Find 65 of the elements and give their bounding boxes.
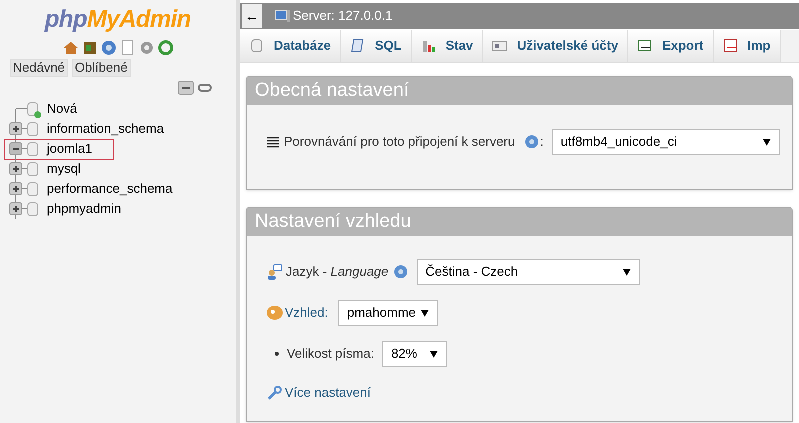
collapse-icon[interactable] — [10, 142, 22, 156]
database-link[interactable]: mysql — [47, 159, 81, 179]
database-icon — [28, 122, 38, 136]
help-icon[interactable] — [525, 135, 540, 149]
database-link[interactable]: phpmyadmin — [47, 199, 122, 219]
link-icon[interactable] — [198, 81, 212, 95]
database-icon — [28, 142, 38, 156]
dropdown-arrow-icon — [762, 138, 771, 146]
nav-tab[interactable]: Stav — [412, 30, 484, 62]
expand-icon[interactable] — [10, 162, 22, 176]
database-link[interactable]: performance_schema — [47, 179, 173, 199]
sidebar-tab[interactable]: Oblíbené — [72, 59, 131, 77]
section-title: Nastavení vzhledu — [247, 208, 792, 236]
language-label: Jazyk - Language — [286, 263, 389, 282]
home-icon[interactable] — [62, 40, 78, 56]
collapse-icon[interactable] — [178, 81, 194, 95]
collation-label: Porovnávání pro toto připojení k serveru — [284, 133, 516, 152]
palette-icon — [267, 305, 283, 321]
reload-icon[interactable] — [158, 40, 174, 56]
logo: phpMyAdmin — [45, 5, 191, 35]
collation-select[interactable]: utf8mb4_unicode_ci — [552, 129, 780, 155]
nav-tab[interactable]: SQL — [341, 30, 412, 62]
database-link[interactable]: joomla1 — [47, 139, 93, 159]
sidebar-tab[interactable]: Nedávné — [10, 59, 68, 77]
font-size-label: Velikost písma: — [287, 345, 374, 364]
wrench-icon — [267, 384, 283, 401]
user-speech-icon — [267, 264, 283, 280]
database-icon — [28, 162, 38, 176]
colon-text: : — [540, 133, 544, 152]
document-icon — [350, 38, 366, 54]
bullet-icon — [275, 352, 279, 356]
nav-tab[interactable]: Uživatelské účty — [483, 30, 628, 62]
nav-tab[interactable]: Databáze — [240, 30, 342, 62]
database-link[interactable]: Nová — [47, 99, 78, 119]
export-icon — [637, 38, 654, 54]
import-icon — [722, 38, 739, 54]
database-link[interactable]: information_schema — [47, 119, 164, 139]
dropdown-arrow-icon — [421, 310, 430, 316]
nav-tab[interactable]: Export — [628, 30, 714, 62]
expand-icon[interactable] — [10, 182, 22, 196]
back-button[interactable]: ← — [242, 4, 262, 28]
new-database-icon — [28, 102, 42, 118]
help-icon[interactable] — [394, 265, 408, 279]
help-icon[interactable] — [100, 40, 116, 56]
nav-tab[interactable]: Imp — [714, 30, 781, 62]
language-select[interactable]: Čeština - Czech — [416, 259, 640, 285]
breadcrumb-server[interactable]: Server: 127.0.0.1 — [293, 6, 393, 26]
list-icon — [267, 136, 279, 148]
dropdown-arrow-icon — [430, 350, 438, 358]
database-icon — [28, 202, 38, 216]
theme-select[interactable]: pmahomme — [338, 300, 438, 326]
server-icon — [275, 9, 291, 23]
expand-icon[interactable] — [10, 122, 22, 136]
chart-icon — [420, 38, 437, 54]
database-icon — [28, 182, 38, 196]
exit-door-icon[interactable] — [82, 40, 98, 56]
dropdown-arrow-icon — [622, 268, 631, 276]
database-icon — [249, 38, 265, 54]
document-icon[interactable] — [120, 40, 136, 56]
more-settings-link[interactable]: Více nastavení — [285, 383, 371, 402]
theme-link[interactable]: Vzhled: — [285, 303, 328, 323]
section-title: Obecná nastavení — [247, 77, 792, 105]
settings-icon[interactable] — [138, 40, 154, 56]
font-size-select[interactable]: 82% — [382, 341, 448, 367]
expand-icon[interactable] — [10, 202, 22, 216]
